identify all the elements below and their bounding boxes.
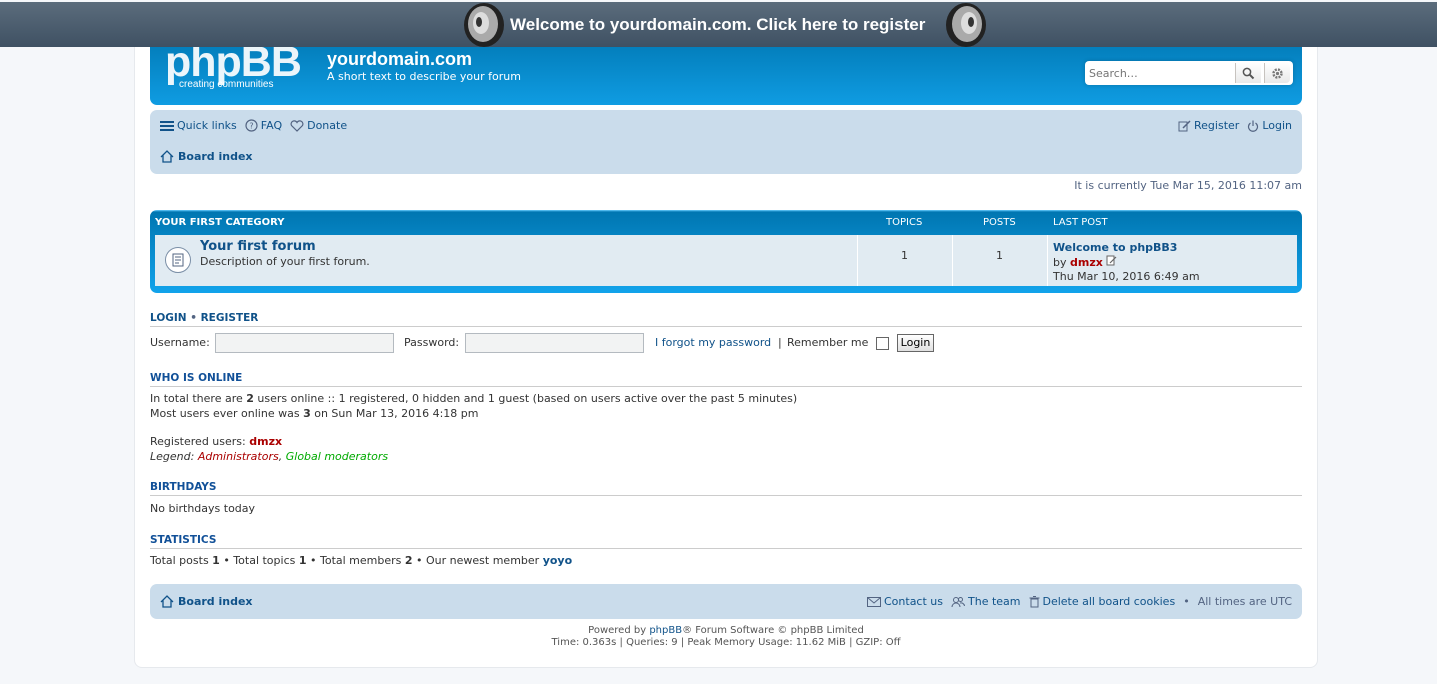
- contact-us-label: Contact us: [884, 595, 943, 608]
- banner-text: Welcome to yourdomain.com. Click here to…: [510, 15, 926, 34]
- legend: Legend: Administrators, Global moderator…: [150, 450, 389, 463]
- phpbb-link[interactable]: phpBB: [649, 625, 682, 636]
- home-icon: [160, 595, 174, 608]
- footer-breadcrumb-board-index: Board index: [178, 595, 253, 608]
- registered-user-link[interactable]: dmzx: [249, 435, 282, 448]
- last-post-time: Thu Mar 10, 2016 6:49 am: [1053, 270, 1200, 283]
- current-time: It is currently Tue Mar 15, 2016 11:07 a…: [1074, 179, 1302, 192]
- heart-icon: [290, 119, 304, 132]
- footer-breadcrumb[interactable]: Board index: [160, 595, 253, 608]
- separator: •: [190, 312, 197, 324]
- gear-icon: [1272, 67, 1283, 79]
- the-team-link[interactable]: The team: [951, 595, 1021, 608]
- delete-cookies-label: Delete all board cookies: [1042, 595, 1176, 608]
- forum-name[interactable]: Your first forum: [200, 239, 316, 254]
- login-link[interactable]: Login: [1247, 119, 1292, 132]
- quick-links-menu[interactable]: Quick links: [160, 119, 237, 132]
- forum-topics-count: 1: [901, 249, 908, 262]
- col-posts: POSTS: [983, 217, 1016, 228]
- register-header-link[interactable]: REGISTER: [201, 312, 259, 324]
- users-icon: [951, 596, 965, 607]
- search-icon: [1242, 67, 1255, 79]
- speaker-icon: [464, 3, 504, 47]
- register-banner[interactable]: Welcome to yourdomain.com. Click here to…: [0, 2, 1437, 47]
- birthdays-text: No birthdays today: [150, 502, 256, 515]
- col-last-post: LAST POST: [1053, 217, 1108, 228]
- timezone-text: All times are UTC: [1197, 595, 1292, 608]
- footer-debug-stats: Time: 0.363s | Queries: 9 | Peak Memory …: [551, 637, 901, 648]
- login-label: Login: [1262, 119, 1292, 132]
- forgot-password-link[interactable]: I forgot my password: [655, 336, 771, 349]
- forum-posts-count: 1: [996, 249, 1003, 262]
- remember-me-checkbox[interactable]: [876, 337, 889, 350]
- statistics-text: Total posts 1 • Total topics 1 • Total m…: [150, 554, 573, 567]
- online-line-1: In total there are 2 users online :: 1 r…: [150, 392, 798, 405]
- birthdays-header: BIRTHDAYS: [150, 481, 1302, 496]
- forum-description: Description of your first forum.: [200, 255, 370, 268]
- forum-read-icon: [165, 247, 191, 273]
- last-post-user[interactable]: dmzx: [1070, 256, 1103, 269]
- breadcrumb[interactable]: Board index: [160, 150, 253, 163]
- username-label: Username:: [150, 336, 210, 349]
- home-icon: [160, 150, 174, 163]
- delete-cookies-link[interactable]: Delete all board cookies: [1029, 595, 1176, 608]
- last-post-link[interactable]: Welcome to phpBB3: [1053, 241, 1177, 254]
- site-title: yourdomain.com: [327, 49, 473, 69]
- footer-copyright: Powered by phpBB® Forum Software © phpBB…: [150, 625, 1302, 649]
- statistics-header: STATISTICS: [150, 534, 1302, 549]
- login-header-link[interactable]: LOGIN: [150, 312, 187, 324]
- quick-links-label: Quick links: [177, 119, 237, 132]
- speaker-icon: [946, 3, 986, 47]
- search-button[interactable]: [1235, 63, 1261, 83]
- power-icon: [1248, 120, 1259, 132]
- password-label: Password:: [404, 336, 460, 349]
- view-latest-post-icon[interactable]: [1106, 255, 1117, 266]
- login-section-header: LOGIN • REGISTER: [150, 312, 1302, 327]
- forum-row: Your first forum Description of your fir…: [155, 235, 1297, 286]
- navbar: Quick links ? FAQ Donate Register Login …: [150, 110, 1302, 174]
- hamburger-icon: [160, 120, 174, 131]
- question-icon: ?: [245, 119, 258, 132]
- password-field[interactable]: [465, 333, 644, 353]
- legend-global-moderators[interactable]: Global moderators: [286, 450, 388, 463]
- footer-navbar: Board index Contact us The team Delete a…: [150, 584, 1302, 619]
- online-line-2: Most users ever online was 3 on Sun Mar …: [150, 407, 479, 420]
- divider: [1047, 235, 1048, 286]
- envelope-icon: [867, 596, 881, 607]
- category-title[interactable]: YOUR FIRST CATEGORY: [155, 217, 285, 228]
- category-header: YOUR FIRST CATEGORY TOPICS POSTS LAST PO…: [150, 210, 1302, 234]
- footer-bullet: •: [1183, 595, 1190, 608]
- who-is-online-header[interactable]: WHO IS ONLINE: [150, 372, 1302, 387]
- forum-category: YOUR FIRST CATEGORY TOPICS POSTS LAST PO…: [150, 210, 1302, 293]
- username-field[interactable]: [215, 333, 394, 353]
- svg-text:?: ?: [249, 122, 253, 131]
- site-logo[interactable]: phpBB creating communities: [165, 40, 315, 92]
- site-description: A short text to describe your forum: [327, 70, 521, 83]
- search-box: [1085, 61, 1293, 85]
- pencil-icon: [1178, 120, 1191, 132]
- register-link[interactable]: Register: [1178, 119, 1239, 132]
- faq-label: FAQ: [260, 119, 283, 132]
- who-is-online-title: WHO IS ONLINE: [150, 372, 243, 384]
- contact-us-link[interactable]: Contact us: [867, 595, 943, 608]
- legend-administrators[interactable]: Administrators: [198, 450, 279, 463]
- logo-subtext: creating communities: [179, 79, 274, 90]
- col-topics: TOPICS: [886, 217, 923, 228]
- pipe-separator: |: [778, 336, 782, 349]
- newest-member-link[interactable]: yoyo: [543, 554, 572, 567]
- advanced-search-button[interactable]: [1264, 63, 1290, 83]
- trash-icon: [1029, 595, 1039, 607]
- login-button[interactable]: Login: [897, 334, 934, 352]
- register-label: Register: [1194, 119, 1240, 132]
- donate-label: Donate: [307, 119, 348, 132]
- remember-me-label: Remember me: [787, 336, 869, 349]
- the-team-label: The team: [968, 595, 1021, 608]
- donate-link[interactable]: Donate: [290, 119, 347, 132]
- registered-users: Registered users: dmzx: [150, 435, 283, 448]
- breadcrumb-board-index: Board index: [178, 150, 253, 163]
- last-post-info: Welcome to phpBB3 by dmzx Thu Mar 10, 20…: [1053, 241, 1200, 284]
- last-post-by: by: [1053, 256, 1067, 269]
- faq-link[interactable]: ? FAQ: [245, 119, 282, 132]
- search-input[interactable]: [1085, 61, 1235, 85]
